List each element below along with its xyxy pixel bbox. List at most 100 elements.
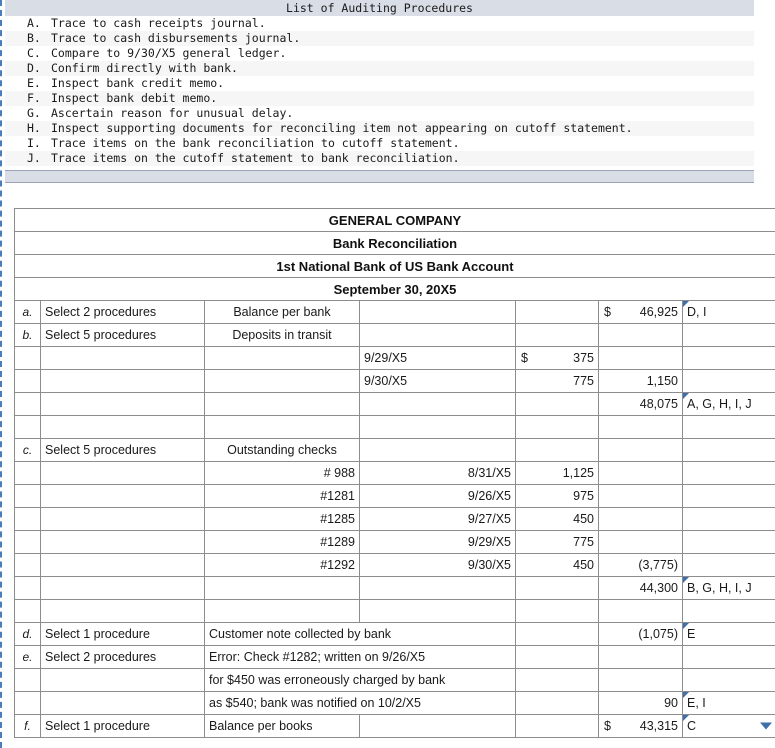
answer-cell-empty[interactable]: [682, 346, 775, 370]
row-index-label: [14, 599, 41, 623]
amount-column-2: 1,150: [598, 369, 683, 393]
row-instruction-label: [40, 415, 205, 439]
worksheet-row: #1292 9/30/X5 450 (3,775): [14, 553, 775, 577]
procedure-item: G. Ascertain reason for unusual delay.: [5, 106, 754, 121]
procedure-letter: B.: [27, 31, 41, 45]
amount-value: 1,150: [646, 374, 678, 388]
amount-column-2: $46,925: [598, 300, 683, 324]
row-index-label: c.: [14, 438, 41, 462]
procedure-item: F. Inspect bank debit memo.: [5, 91, 754, 106]
answer-cell-empty[interactable]: [682, 323, 775, 347]
amount-column-1: [515, 714, 599, 738]
procedure-letter: G.: [27, 106, 41, 120]
chevron-down-icon[interactable]: [760, 722, 772, 730]
answer-cell-empty[interactable]: [682, 415, 775, 439]
row-index-label: [14, 415, 41, 439]
worksheet-header-row: 1st National Bank of US Bank Account: [14, 254, 775, 278]
currency-symbol: $: [604, 719, 611, 733]
amount-column-2: $43,315: [598, 714, 683, 738]
amount-value: 48,075: [639, 397, 678, 411]
procedure-answer-dropdown[interactable]: A, G, H, I, J: [682, 392, 775, 416]
procedure-text: Trace items on the bank reconciliation t…: [51, 136, 460, 150]
amount-column-1: [515, 300, 599, 324]
amount-column-1: 975: [515, 484, 599, 508]
amount-column-2: [598, 484, 683, 508]
row-instruction-label: [40, 691, 205, 715]
row-instruction-label: Select 5 procedures: [40, 438, 205, 462]
row-index-label: a.: [14, 300, 41, 324]
row-index-label: [14, 369, 41, 393]
worksheet-row: 9/29/X5 $375: [14, 346, 775, 370]
amount-column-1: 775: [515, 369, 599, 393]
worksheet-header-cell: 1st National Bank of US Bank Account: [14, 254, 775, 278]
row-description: #1281: [204, 484, 360, 508]
procedure-answer-dropdown[interactable]: C: [682, 714, 775, 738]
answer-cell-empty[interactable]: [682, 599, 775, 623]
worksheet-header-cell: GENERAL COMPANY: [14, 208, 775, 232]
row-subdetail: 8/31/X5: [359, 461, 516, 485]
row-description: #1289: [204, 530, 360, 554]
amount-value: 975: [573, 489, 594, 503]
worksheet-row: for $450 was erroneously charged by bank: [14, 668, 775, 692]
amount-column-1: $375: [515, 346, 599, 370]
answer-cell-empty[interactable]: [682, 645, 775, 669]
amount-value: 43,315: [639, 719, 678, 733]
answer-cell-empty[interactable]: [682, 668, 775, 692]
row-instruction-label: [40, 668, 205, 692]
answer-cell-empty[interactable]: [682, 484, 775, 508]
row-instruction-label: [40, 484, 205, 508]
procedure-text: Trace to cash receipts journal.: [51, 16, 266, 30]
row-index-label: [14, 507, 41, 531]
row-instruction-label: Select 1 procedure: [40, 622, 205, 646]
row-instruction-label: Select 1 procedure: [40, 714, 205, 738]
row-instruction-label: Select 2 procedures: [40, 645, 205, 669]
procedure-answer-dropdown[interactable]: E: [682, 622, 775, 646]
procedure-answer-dropdown[interactable]: E, I: [682, 691, 775, 715]
answer-cell-empty[interactable]: [682, 553, 775, 577]
amount-column-1: [515, 323, 599, 347]
worksheet-header-row: GENERAL COMPANY: [14, 208, 775, 232]
answer-text: E: [687, 627, 696, 641]
row-subdetail: [359, 576, 516, 600]
answer-cell-empty[interactable]: [682, 507, 775, 531]
amount-column-2: 48,075: [598, 392, 683, 416]
worksheet-row: as $540; bank was notified on 10/2/X5 90 E…: [14, 691, 775, 715]
amount-column-2: [598, 323, 683, 347]
answer-cell-empty[interactable]: [682, 530, 775, 554]
procedure-letter: D.: [27, 61, 41, 75]
procedure-answer-dropdown[interactable]: B, G, H, I, J: [682, 576, 775, 600]
procedure-letter: I.: [27, 136, 41, 150]
procedure-item: E. Inspect bank credit memo.: [5, 76, 754, 91]
amount-column-2: [598, 668, 683, 692]
procedure-text: Compare to 9/30/X5 general ledger.: [51, 46, 287, 60]
procedures-horizontal-scrollbar[interactable]: [5, 170, 754, 183]
row-index-label: [14, 553, 41, 577]
row-subdetail: 9/27/X5: [359, 507, 516, 531]
amount-column-1: [515, 576, 599, 600]
row-description: [204, 369, 360, 393]
row-description: Outstanding checks: [204, 438, 360, 462]
worksheet-header-cell: Bank Reconciliation: [14, 231, 775, 255]
amount-column-2: [598, 438, 683, 462]
row-description: [204, 346, 360, 370]
amount-column-2: 90: [598, 691, 683, 715]
answer-text: A, G, H, I, J: [687, 397, 752, 411]
amount-value: 46,925: [639, 305, 678, 319]
row-index-label: [14, 392, 41, 416]
row-subdetail: [359, 438, 516, 462]
worksheet-row: #1289 9/29/X5 775: [14, 530, 775, 554]
answer-cell-empty[interactable]: [682, 369, 775, 393]
row-description: Balance per books: [204, 714, 360, 738]
amount-column-1: 450: [515, 507, 599, 531]
answer-cell-empty[interactable]: [682, 461, 775, 485]
amount-column-1: [515, 645, 599, 669]
answer-cell-empty[interactable]: [682, 438, 775, 462]
procedure-text: Trace to cash disbursements journal.: [51, 31, 301, 45]
procedure-item: J. Trace items on the cutoff statement to…: [5, 151, 754, 166]
amount-column-2: [598, 507, 683, 531]
row-index-label: f.: [14, 714, 41, 738]
procedure-item: H. Inspect supporting documents for recon…: [5, 121, 754, 136]
amount-value: 450: [573, 558, 594, 572]
procedure-answer-dropdown[interactable]: D, I: [682, 300, 775, 324]
row-instruction-label: [40, 461, 205, 485]
